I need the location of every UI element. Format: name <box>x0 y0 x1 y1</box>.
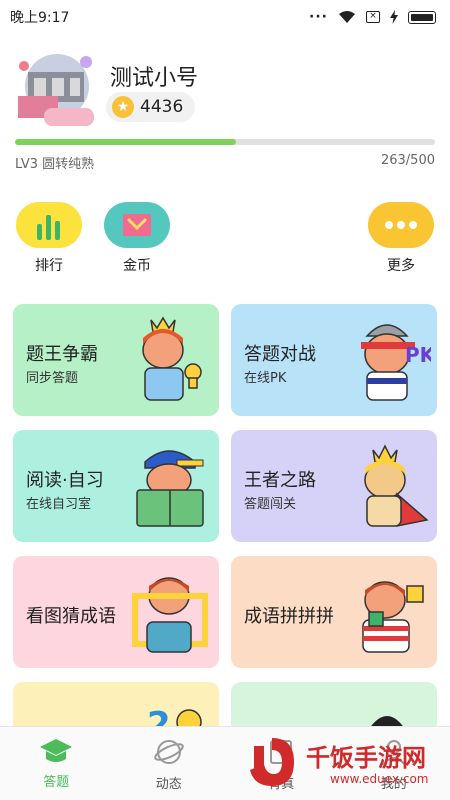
card-title: 王者之路 <box>244 470 316 491</box>
nav-label: 答题 <box>43 775 70 790</box>
profile-header: 测试小号 ★ 4436 <box>0 46 450 132</box>
watermark-logo-icon <box>250 738 294 786</box>
card-reading[interactable]: 阅读·自习 在线自习室 <box>13 430 219 542</box>
card-title: 成语拼拼拼 <box>244 606 334 627</box>
envelope-icon <box>104 202 170 248</box>
more-dots-icon <box>368 202 434 248</box>
king-trophy-icon <box>142 316 202 401</box>
watermark-url: www.eduex.com <box>330 772 429 786</box>
status-time: 晚上9:17 <box>10 10 70 26</box>
wifi-icon <box>339 11 355 23</box>
coins-label: 金币 <box>123 258 151 274</box>
card-quiz-king[interactable]: 题王争霸 同步答题 <box>13 304 219 416</box>
more-label: 更多 <box>387 258 415 274</box>
card-battle[interactable]: 答题对战 在线PK PK <box>231 304 437 416</box>
star-coin-icon: ★ <box>112 96 134 118</box>
card-title: 题王争霸 <box>26 344 98 365</box>
status-icons: ··· × <box>309 9 436 25</box>
nav-item-quiz[interactable]: 答题 <box>0 727 113 800</box>
card-title: 答题对战 <box>244 344 316 365</box>
picture-frame-icon <box>132 577 208 653</box>
puzzle-icon <box>362 581 424 653</box>
card-subtitle: 在线自习室 <box>26 497 92 512</box>
username: 测试小号 <box>110 66 199 91</box>
card-picture-idiom[interactable]: 看图猜成语 <box>13 556 219 668</box>
more-shortcut[interactable]: 更多 <box>368 202 434 275</box>
svg-text:PK: PK <box>405 343 431 367</box>
card-idiom-puzzle[interactable]: 成语拼拼拼 <box>231 556 437 668</box>
graduation-cap-icon <box>40 739 73 762</box>
card-title: 阅读·自习 <box>26 470 104 491</box>
coins-shortcut[interactable]: 金币 <box>104 202 170 275</box>
card-title: 看图猜成语 <box>26 606 116 627</box>
rank-shortcut[interactable]: 排行 <box>16 202 82 275</box>
battery-icon <box>408 10 436 24</box>
card-subtitle: 同步答题 <box>26 371 79 386</box>
pk-fighter-icon: PK <box>361 324 431 401</box>
no-sim-icon: × <box>366 11 380 23</box>
charging-icon <box>390 10 398 24</box>
watermark-text: 千饭手游网 <box>306 744 426 772</box>
rank-label: 排行 <box>35 258 63 274</box>
level-progress-fill <box>15 139 236 145</box>
nav-item-feed[interactable]: 动态 <box>113 727 226 800</box>
nav-label: 动态 <box>155 777 182 792</box>
reading-book-icon <box>136 450 204 527</box>
card-subtitle: 在线PK <box>244 371 287 386</box>
bar-chart-icon <box>16 202 82 248</box>
planet-icon <box>153 740 184 764</box>
card-kings-road[interactable]: 王者之路 答题闯关 <box>231 430 437 542</box>
coin-balance[interactable]: ★ 4436 <box>106 92 196 122</box>
card-subtitle: 答题闯关 <box>244 497 297 512</box>
xp-label: 263/500 <box>380 153 435 168</box>
coin-count: 4436 <box>140 97 184 117</box>
level-progress-bar <box>15 139 435 145</box>
watermark: 千饭手游网 www.eduex.com <box>244 734 444 794</box>
caped-king-icon <box>364 444 429 527</box>
level-label: LV3 圆转纯熟 <box>15 157 95 172</box>
status-bar: 晚上9:17 ··· × <box>0 0 450 34</box>
avatar[interactable] <box>14 52 100 128</box>
notification-dots-icon: ··· <box>309 9 328 25</box>
